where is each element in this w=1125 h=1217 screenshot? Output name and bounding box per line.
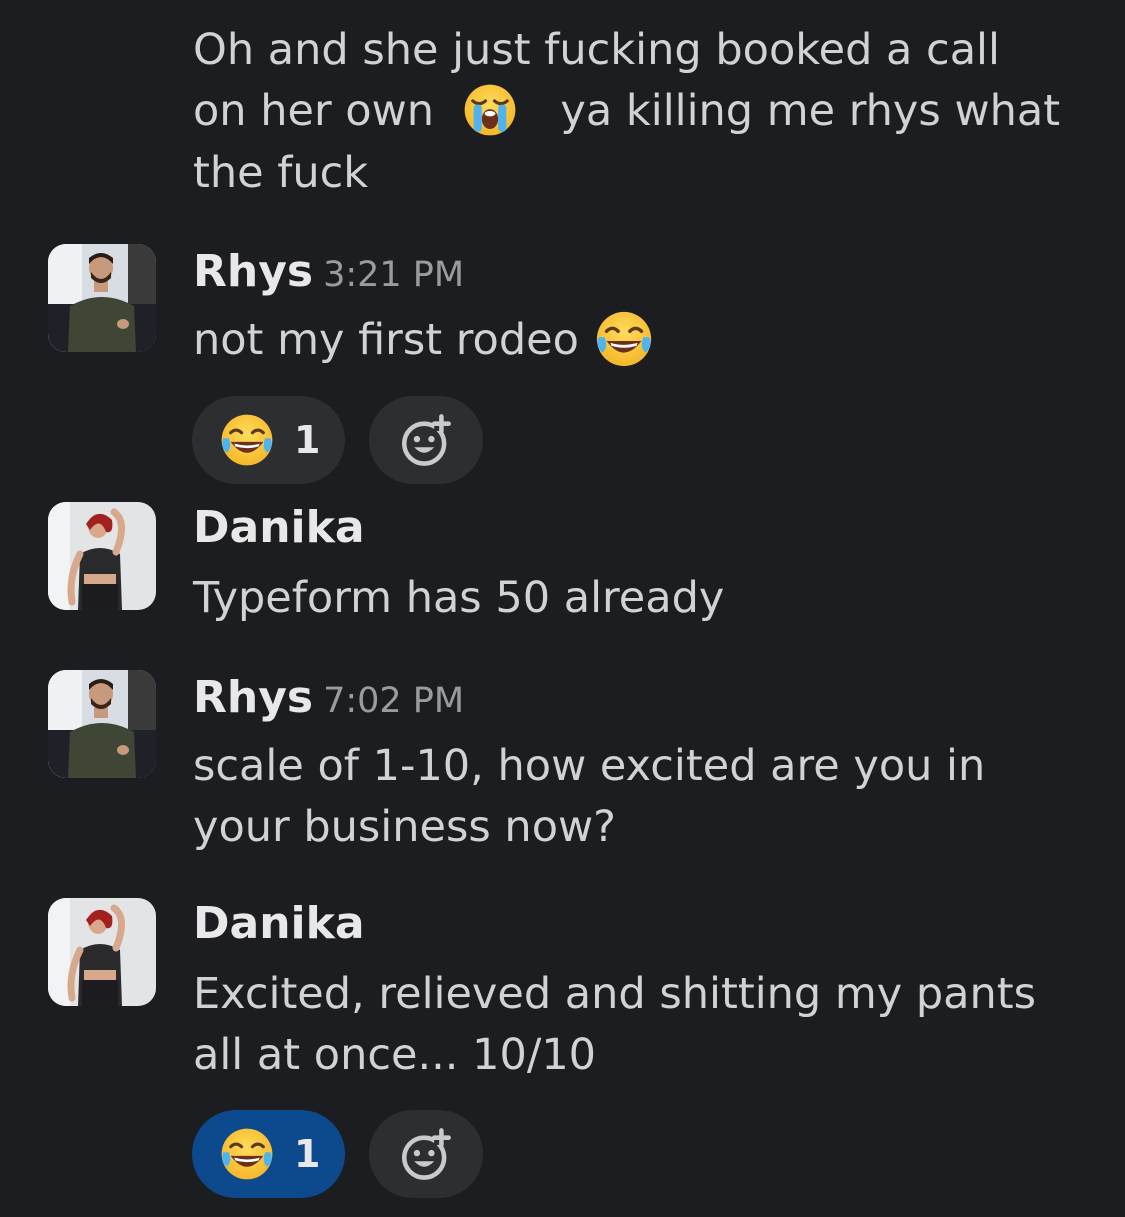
danika-avatar-image xyxy=(48,898,156,1006)
message-header: Danika xyxy=(193,896,365,952)
add-reaction-icon xyxy=(397,1125,455,1183)
message-line: Oh and she just fucking booked a call xyxy=(193,25,1000,75)
author-name[interactable]: Danika xyxy=(193,502,365,553)
message-header: Danika xyxy=(193,500,365,556)
loudly-crying-face-icon xyxy=(461,81,519,139)
message-line: scale of 1-10, how excited are you in xyxy=(193,741,986,791)
face-with-tears-of-joy-icon xyxy=(218,411,276,469)
rhys-avatar-image xyxy=(48,244,156,352)
message-text: Oh and she just fucking booked a call on… xyxy=(193,20,1060,204)
reaction-count: 1 xyxy=(294,418,321,462)
message-text: not my first rodeo xyxy=(193,310,655,374)
message-line: your business now? xyxy=(193,802,616,852)
face-with-tears-of-joy-icon xyxy=(593,308,655,370)
author-name[interactable]: Rhys xyxy=(193,246,313,297)
avatar[interactable] xyxy=(48,670,156,778)
message-line: the fuck xyxy=(193,147,369,198)
message-line: not my first rodeo xyxy=(193,315,579,365)
face-with-tears-of-joy-icon xyxy=(218,1125,276,1183)
message-header: Rhys 3:21 PM xyxy=(193,244,464,303)
rhys-avatar-image xyxy=(48,670,156,778)
message-line: Typeform has 50 already xyxy=(193,573,725,623)
danika-avatar-image xyxy=(48,502,156,610)
avatar[interactable] xyxy=(48,898,156,1006)
add-reaction-button[interactable] xyxy=(369,396,483,484)
avatar[interactable] xyxy=(48,244,156,352)
message-line: Excited, relieved and shitting my pants xyxy=(193,969,1037,1019)
reaction-pill[interactable]: 1 xyxy=(192,396,345,484)
add-reaction-icon xyxy=(397,411,455,469)
timestamp[interactable]: 3:21 PM xyxy=(323,255,464,295)
message-text: Typeform has 50 already xyxy=(193,568,724,629)
message-text: scale of 1-10, how excited are you in yo… xyxy=(193,736,985,858)
author-name[interactable]: Danika xyxy=(193,898,365,949)
author-name[interactable]: Rhys xyxy=(193,672,313,723)
message-line: all at once... 10/10 xyxy=(193,1030,597,1080)
add-reaction-button[interactable] xyxy=(369,1110,483,1198)
message-header: Rhys 7:02 PM xyxy=(193,670,464,729)
reaction-pill[interactable]: 1 xyxy=(192,1110,345,1198)
timestamp[interactable]: 7:02 PM xyxy=(323,681,464,721)
message-line: ya killing me rhys what xyxy=(560,86,1061,136)
message-line: on her own xyxy=(193,86,435,136)
reaction-count: 1 xyxy=(294,1132,321,1176)
message-text: Excited, relieved and shitting my pants … xyxy=(193,964,1036,1086)
avatar[interactable] xyxy=(48,502,156,610)
